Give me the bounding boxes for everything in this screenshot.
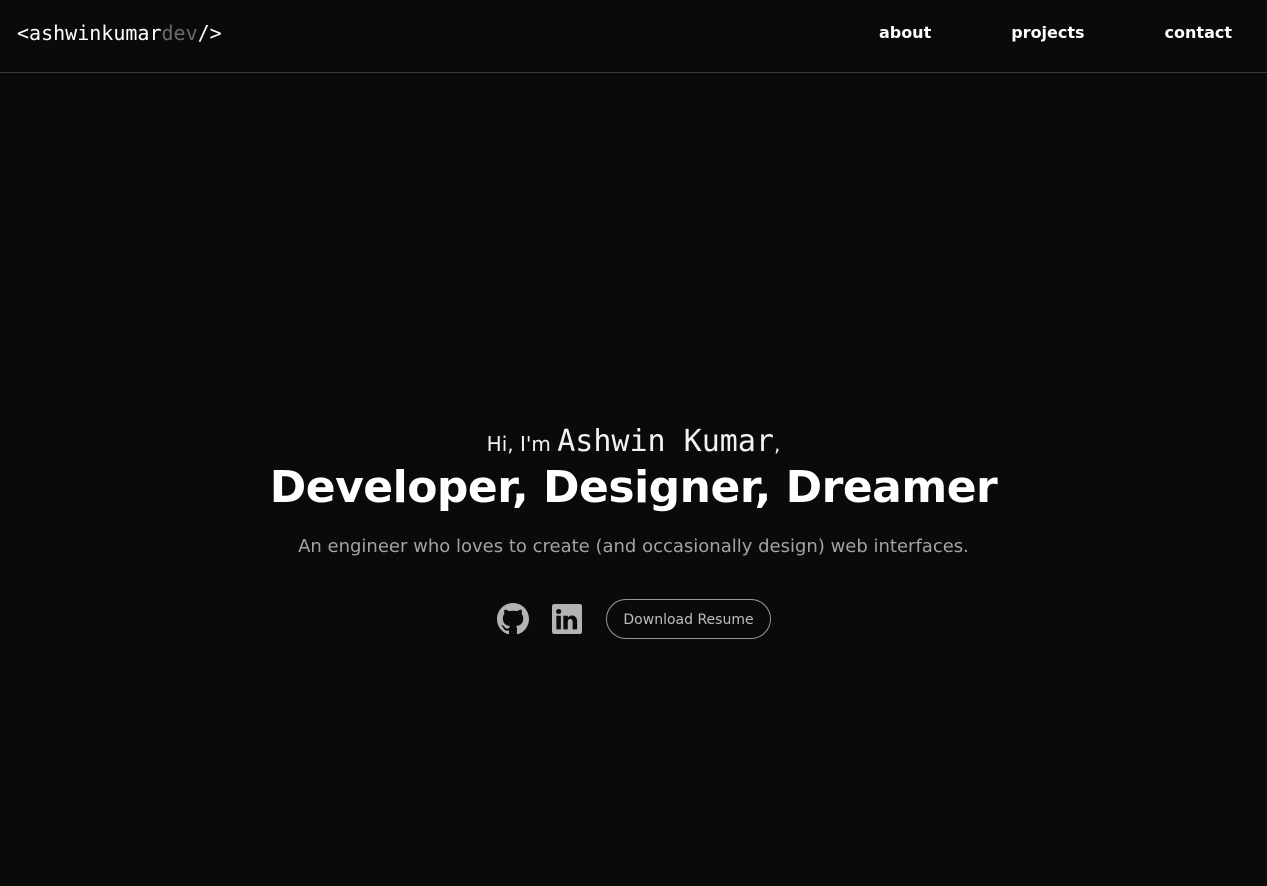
hero-name: Ashwin Kumar [557, 424, 774, 459]
hero-headline: Developer, Designer, Dreamer [269, 462, 998, 513]
nav-links: about projects contact [879, 22, 1232, 44]
hero-actions: Download Resume [0, 599, 1267, 639]
hero-subtitle: An engineer who loves to create (and occ… [298, 536, 969, 557]
logo-dim: dev [161, 21, 198, 45]
nav-link-projects[interactable]: projects [1011, 22, 1084, 44]
navbar: <ashwinkumardev/> about projects contact [0, 0, 1267, 73]
hero-section: Hi, I'm Ashwin Kumar, Developer, Designe… [0, 420, 1267, 639]
linkedin-icon [552, 604, 583, 634]
logo-prefix: <ashwinkumar [17, 21, 162, 45]
linkedin-link[interactable] [550, 602, 584, 636]
download-resume-button[interactable]: Download Resume [606, 599, 771, 639]
nav-link-contact[interactable]: contact [1165, 22, 1232, 44]
github-icon [497, 603, 530, 635]
github-link[interactable] [496, 602, 530, 636]
greeting: Hi, I'm Ashwin Kumar, [0, 420, 1267, 466]
logo-suffix: /> [197, 21, 222, 45]
greeting-prefix: Hi, I'm [486, 432, 558, 456]
nav-link-about[interactable]: about [879, 22, 931, 44]
greeting-suffix: , [773, 432, 781, 456]
site-logo[interactable]: <ashwinkumardev/> [17, 20, 222, 46]
